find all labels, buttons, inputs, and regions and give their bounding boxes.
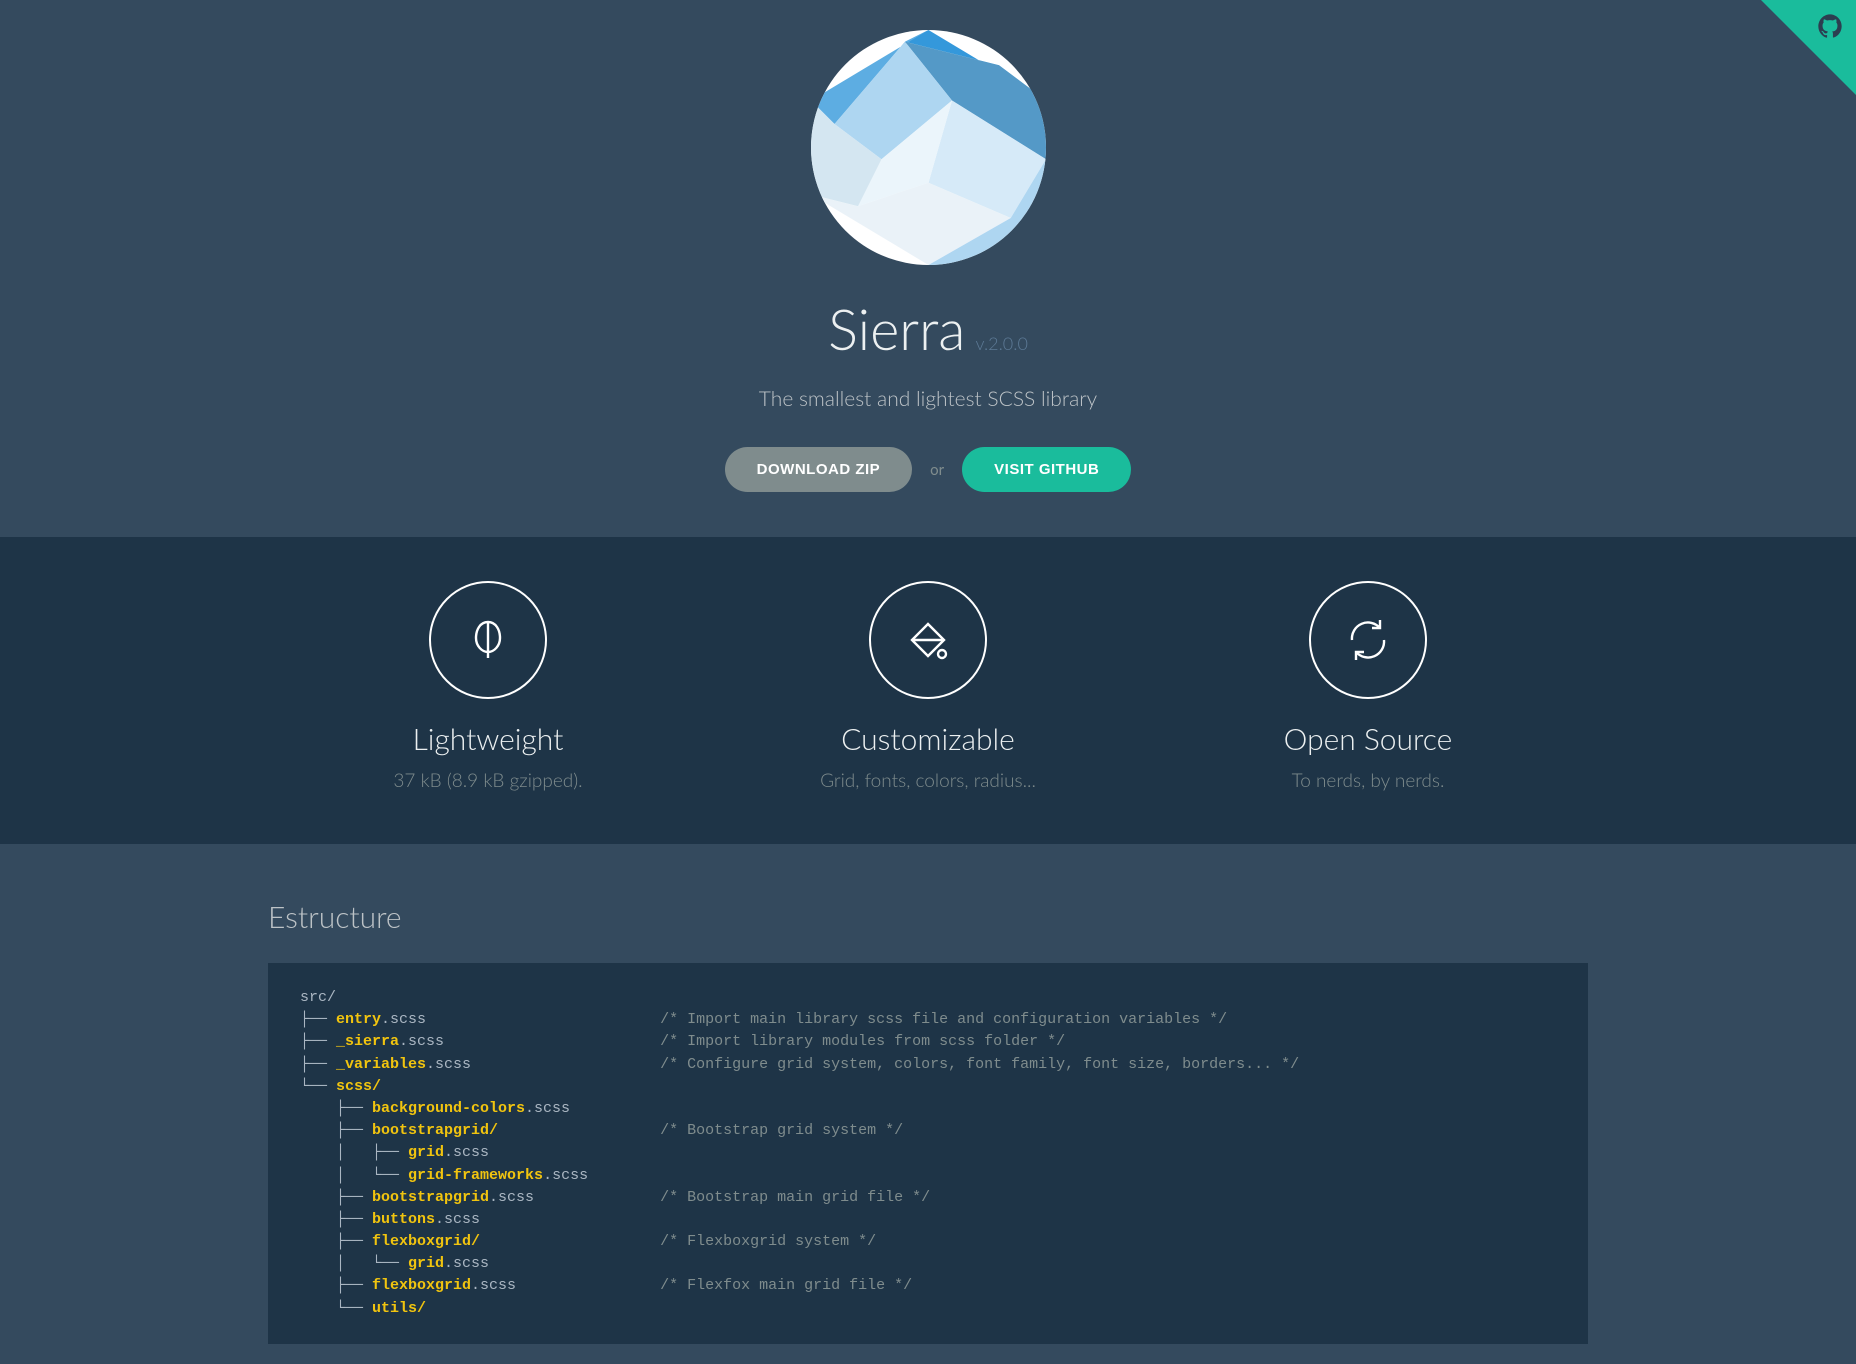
refresh-icon [1309, 581, 1427, 699]
visit-github-button[interactable]: VISIT GITHUB [962, 447, 1131, 492]
paint-icon [869, 581, 987, 699]
code-block: src/ ├── entry.scss /* Import main libra… [268, 963, 1588, 1344]
leaf-icon [429, 581, 547, 699]
structure-section: Estructure src/ ├── entry.scss /* Import… [268, 844, 1588, 1364]
page-title: Sierra [828, 295, 965, 362]
feature-refresh: Open Source To nerds, by nerds. [1148, 581, 1588, 792]
version-label: v.2.0.0 [976, 332, 1028, 354]
feature-desc: 37 kB (8.9 kB gzipped). [268, 769, 708, 792]
feature-title: Lightweight [268, 721, 708, 757]
feature-title: Open Source [1148, 721, 1588, 757]
logo [811, 30, 1046, 265]
or-text: or [930, 461, 944, 479]
github-icon[interactable] [1816, 12, 1844, 46]
tagline: The smallest and lightest SCSS library [0, 386, 1856, 411]
feature-desc: To nerds, by nerds. [1148, 769, 1588, 792]
structure-heading: Estructure [268, 899, 1588, 935]
feature-leaf: Lightweight 37 kB (8.9 kB gzipped). [268, 581, 708, 792]
hero-section: Sierra v.2.0.0 The smallest and lightest… [0, 0, 1856, 537]
cta-row: DOWNLOAD ZIP or VISIT GITHUB [0, 447, 1856, 492]
title-row: Sierra v.2.0.0 [0, 295, 1856, 362]
feature-paint: Customizable Grid, fonts, colors, radius.… [708, 581, 1148, 792]
features-section: Lightweight 37 kB (8.9 kB gzipped).Custom… [0, 537, 1856, 844]
feature-desc: Grid, fonts, colors, radius... [708, 769, 1148, 792]
feature-title: Customizable [708, 721, 1148, 757]
download-zip-button[interactable]: DOWNLOAD ZIP [725, 447, 913, 492]
